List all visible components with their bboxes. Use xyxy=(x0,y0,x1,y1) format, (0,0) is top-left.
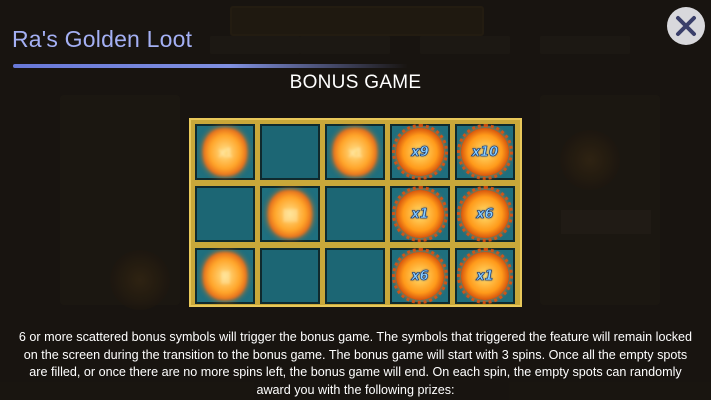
board-cell: x6 xyxy=(390,248,450,304)
sun-bonus-symbol-icon: x1 xyxy=(457,248,513,304)
board-cell xyxy=(260,248,320,304)
board-cell: x1 xyxy=(325,124,385,180)
page-title: Ra's Golden Loot xyxy=(12,26,193,52)
board-cell xyxy=(325,186,385,242)
sun-bonus-symbol-icon: x9 xyxy=(392,124,448,180)
board-cell: ||| xyxy=(195,248,255,304)
multiplier-label: x6 xyxy=(476,206,494,222)
board-cell: x1 xyxy=(390,186,450,242)
board-cell: x9 xyxy=(390,124,450,180)
board-cell xyxy=(195,186,255,242)
board-cell: ||||| xyxy=(260,186,320,242)
multiplier-label: x1 xyxy=(476,268,494,284)
sun-bonus-symbol-icon: x10 xyxy=(457,124,513,180)
multiplier-label: x1 xyxy=(411,206,429,222)
spinning-sun-symbol-icon: x1 xyxy=(203,128,247,176)
board-cell: x1 xyxy=(455,248,515,304)
spinning-sun-symbol-icon: x1 xyxy=(333,128,377,176)
bonus-description: 6 or more scattered bonus symbols will t… xyxy=(18,330,693,397)
spinning-mark: ||||| xyxy=(282,206,299,222)
board-cell: x10 xyxy=(455,124,515,180)
multiplier-label: x6 xyxy=(411,268,429,284)
section-title: BONUS GAME xyxy=(289,72,422,93)
spinning-mark: x1 xyxy=(348,144,363,160)
spinning-mark: ||| xyxy=(220,268,231,284)
close-button[interactable] xyxy=(667,7,705,45)
sun-bonus-symbol-icon: x1 xyxy=(392,186,448,242)
close-icon xyxy=(676,16,696,36)
sun-bonus-symbol-icon: x6 xyxy=(457,186,513,242)
board-cell: x6 xyxy=(455,186,515,242)
spinning-mark: x1 xyxy=(218,144,233,160)
title-underline xyxy=(13,64,408,68)
board-cell xyxy=(260,124,320,180)
board-cell xyxy=(325,248,385,304)
spinning-sun-symbol-icon: ||||| xyxy=(268,190,312,238)
spinning-sun-symbol-icon: ||| xyxy=(203,252,247,300)
bonus-game-board: x1 x1 x9 x10 ||||| x1 x6 ||| x6 x1 xyxy=(189,118,522,307)
multiplier-label: x9 xyxy=(411,144,429,160)
multiplier-label: x10 xyxy=(471,144,499,160)
board-cell: x1 xyxy=(195,124,255,180)
sun-bonus-symbol-icon: x6 xyxy=(392,248,448,304)
